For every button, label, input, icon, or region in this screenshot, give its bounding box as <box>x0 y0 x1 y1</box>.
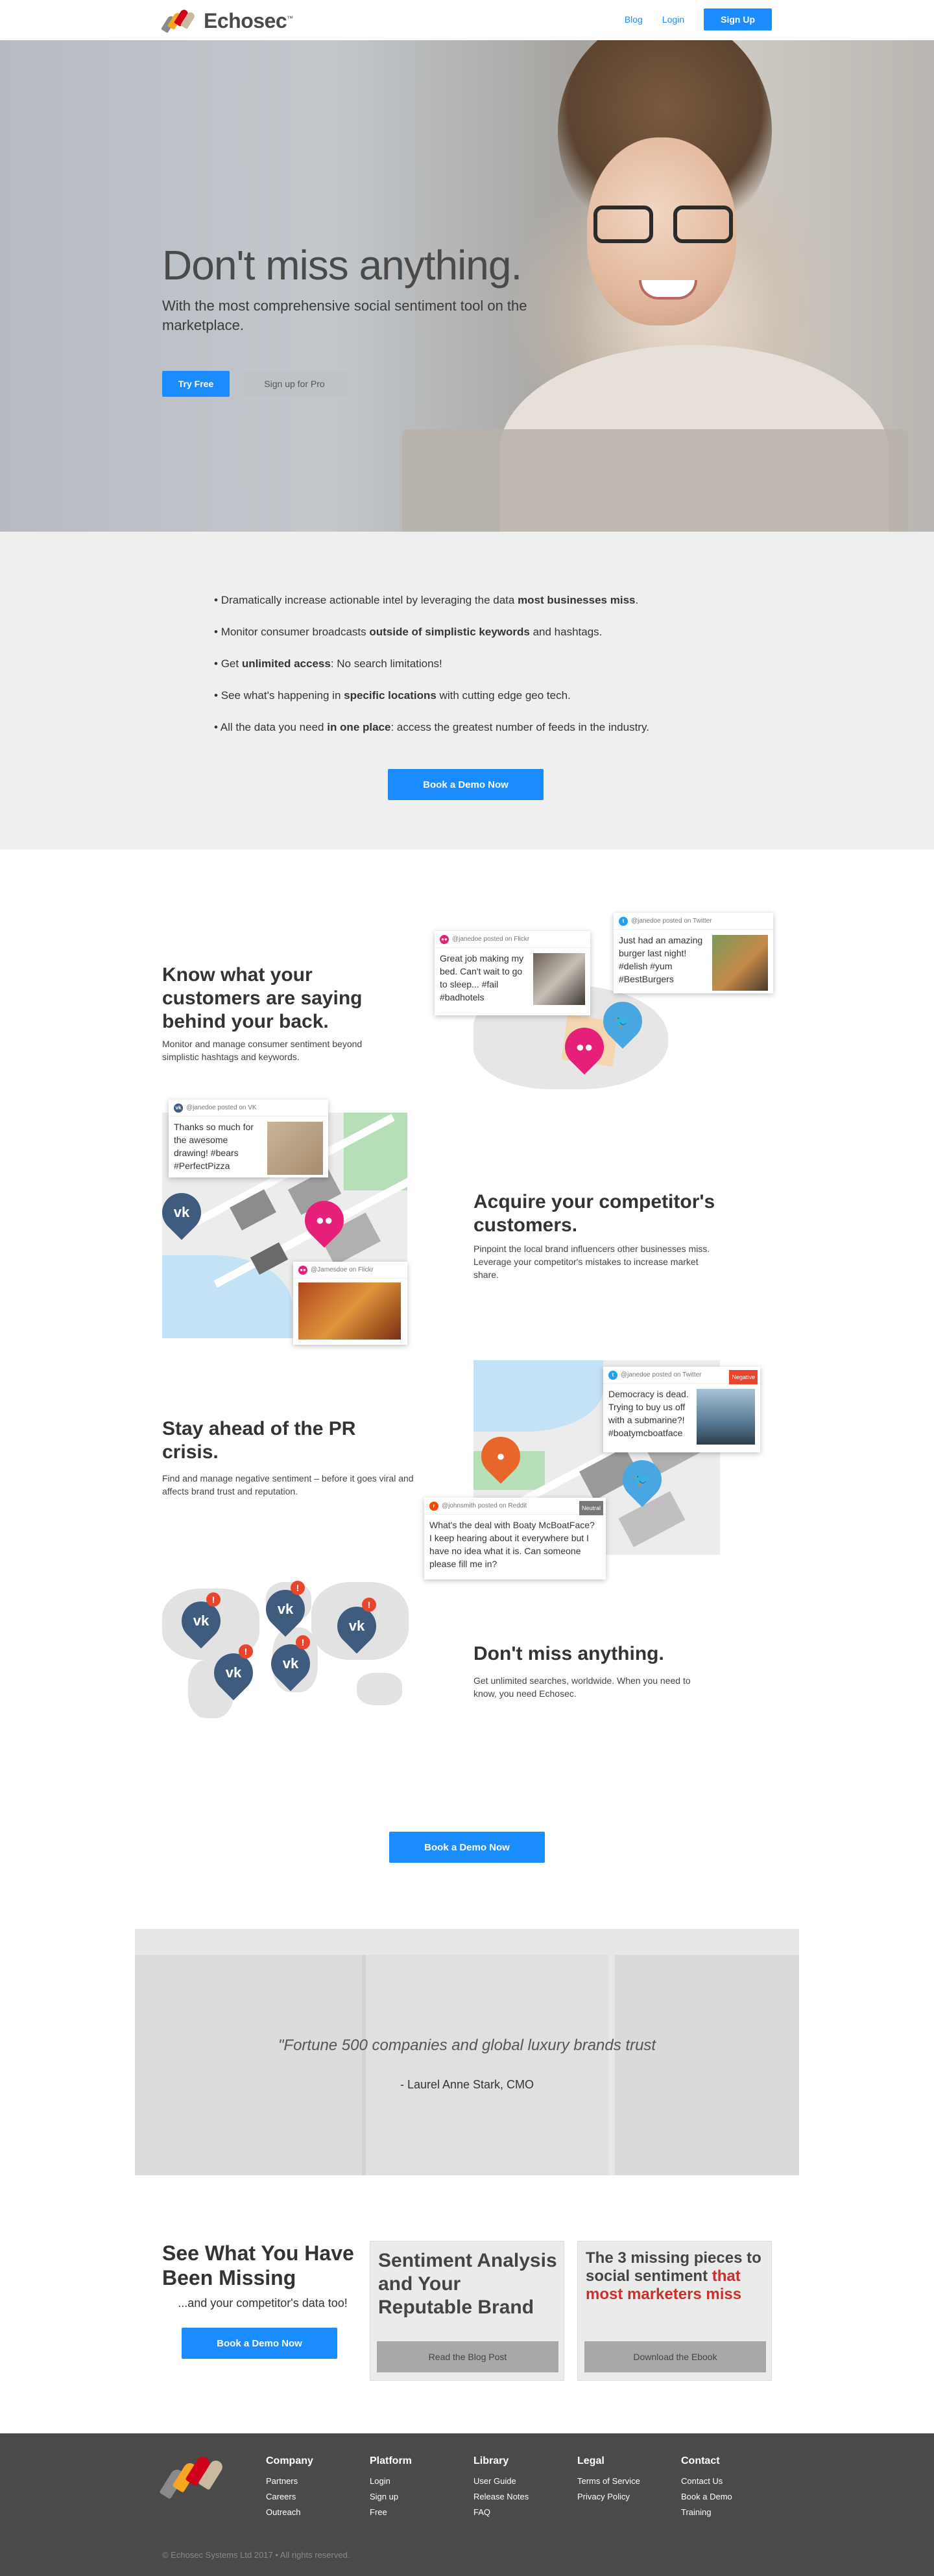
footer-column-company: Company Partners Careers Outreach <box>266 2455 313 2520</box>
echosec-logo[interactable]: Echosec™ <box>161 8 293 34</box>
negative-badge: Negative <box>729 1370 758 1384</box>
try-free-button[interactable]: Try Free <box>162 371 230 397</box>
site-header: Echosec™ Blog Login Sign Up <box>0 0 934 40</box>
testimonial-background-photo <box>135 1955 362 2175</box>
book-demo-button[interactable]: Book a Demo Now <box>389 1832 545 1863</box>
see-missing-subtitle: ...and your competitor's data too! <box>178 2297 348 2310</box>
twitter-negative-card[interactable]: t @janedoe posted on Twitter Negative Dem… <box>603 1367 760 1452</box>
copyright-text: © Echosec Systems Ltd 2017 • All rights … <box>162 2550 350 2560</box>
footer-link-book-demo[interactable]: Book a Demo <box>681 2489 732 2505</box>
footer-link-free[interactable]: Free <box>370 2505 412 2520</box>
feature-competitor-text: Pinpoint the local brand influencers oth… <box>473 1244 710 1280</box>
signup-pro-button[interactable]: Sign up for Pro <box>243 371 346 397</box>
bedroom-photo <box>533 953 585 1005</box>
feature-anything-title: Don't miss anything. <box>473 1643 664 1664</box>
nav-blog-link[interactable]: Blog <box>625 14 643 25</box>
alert-icon: ! <box>206 1592 221 1607</box>
footer-link-signup[interactable]: Sign up <box>370 2489 412 2505</box>
benefit-item: • All the data you need in one place: ac… <box>214 721 649 733</box>
benefit-item: • Monitor consumer broadcasts outside of… <box>214 626 603 638</box>
see-missing-title: See What You Have Been Missing <box>162 2241 354 2289</box>
read-blog-button[interactable]: Read the Blog Post <box>377 2341 558 2372</box>
site-footer: Company Partners Careers Outreach Platfo… <box>0 2433 934 2576</box>
twitter-icon: t <box>608 1370 617 1380</box>
reddit-icon: r <box>429 1501 438 1511</box>
feature-customers-text: Monitor and manage consumer sentiment be… <box>162 1039 363 1062</box>
blog-post-box: Sentiment Analysis and Your Reputable Br… <box>370 2241 564 2381</box>
benefit-item: • Get unlimited access: No search limita… <box>214 657 442 670</box>
flickr-icon: ●● <box>440 934 449 944</box>
footer-link-outreach[interactable]: Outreach <box>266 2505 313 2520</box>
ebook-box: The 3 missing pieces to social sentiment… <box>577 2241 772 2381</box>
pizza-photo <box>298 1282 401 1340</box>
footer-link-careers[interactable]: Careers <box>266 2489 313 2505</box>
flickr-post-card[interactable]: ●● @janedoe posted on Flickr Great job ma… <box>435 931 590 1015</box>
benefits-list: • Dramatically increase actionable intel… <box>214 594 649 753</box>
footer-link-login[interactable]: Login <box>370 2474 412 2489</box>
footer-logo-icon[interactable] <box>159 2453 227 2499</box>
signup-button[interactable]: Sign Up <box>704 8 772 30</box>
testimonial-section: "Fortune 500 companies and global luxury… <box>135 1929 799 2175</box>
blog-post-title: Sentiment Analysis and Your Reputable Br… <box>378 2250 557 2318</box>
twitter-icon: t <box>619 916 628 926</box>
top-nav: Blog Login Sign Up <box>625 8 772 30</box>
footer-column-contact: Contact Contact Us Book a Demo Training <box>681 2455 732 2520</box>
brand-name: Echosec™ <box>204 8 293 32</box>
book-demo-button[interactable]: Book a Demo Now <box>388 769 544 800</box>
vk-icon: vk <box>174 1103 183 1113</box>
alert-icon: ! <box>291 1581 305 1595</box>
feature-anything-text: Get unlimited searches, worldwide. When … <box>473 1675 691 1699</box>
hero-subtitle: With the most comprehensive social senti… <box>162 298 527 333</box>
book-demo-button[interactable]: Book a Demo Now <box>182 2328 337 2359</box>
flickr-post-card[interactable]: ●● @Jamesdoe on Flickr <box>293 1262 407 1345</box>
alert-icon: ! <box>239 1644 253 1659</box>
footer-link-user-guide[interactable]: User Guide <box>473 2474 529 2489</box>
drawing-photo <box>267 1122 323 1175</box>
testimonial-quote: "Fortune 500 companies and global luxury… <box>278 2037 656 2054</box>
footer-link-terms[interactable]: Terms of Service <box>577 2474 640 2489</box>
vk-post-card[interactable]: vk @janedoe posted on VK Thanks so much f… <box>169 1100 328 1177</box>
alert-icon: ! <box>362 1598 376 1612</box>
footer-column-platform: Platform Login Sign up Free <box>370 2455 412 2520</box>
footer-link-training[interactable]: Training <box>681 2505 732 2520</box>
feature-competitor-title: Acquire your competitor's customers. <box>473 1191 715 1236</box>
neutral-badge: Neutral <box>579 1501 603 1515</box>
benefit-item: • See what's happening in specific locat… <box>214 689 571 702</box>
feature-pr-text: Find and manage negative sentiment – bef… <box>162 1473 414 1496</box>
world-map-illustration: vk ! vk ! vk ! vk ! vk ! <box>162 1576 409 1731</box>
benefit-item: • Dramatically increase actionable intel… <box>214 594 639 606</box>
nav-login-link[interactable]: Login <box>662 14 684 25</box>
submarine-photo <box>697 1389 755 1445</box>
hero-section: Don't miss anything. With the most compr… <box>0 40 934 532</box>
footer-link-privacy[interactable]: Privacy Policy <box>577 2489 640 2505</box>
benefits-section: • Dramatically increase actionable intel… <box>0 532 934 849</box>
footer-link-release-notes[interactable]: Release Notes <box>473 2489 529 2505</box>
burger-photo <box>712 935 768 991</box>
feature-customers-title: Know what your customers are saying behi… <box>162 964 363 1032</box>
footer-link-faq[interactable]: FAQ <box>473 2505 529 2520</box>
footer-column-legal: Legal Terms of Service Privacy Policy <box>577 2455 640 2505</box>
footer-column-library: Library User Guide Release Notes FAQ <box>473 2455 529 2520</box>
feature-pr-title: Stay ahead of the PR crisis. <box>162 1418 356 1463</box>
flickr-icon: ●● <box>298 1265 307 1275</box>
echosec-logo-icon <box>161 8 198 34</box>
footer-link-contact-us[interactable]: Contact Us <box>681 2474 732 2489</box>
hero-title: Don't miss anything. <box>162 242 522 289</box>
ebook-title: The 3 missing pieces to social sentiment… <box>586 2249 761 2303</box>
twitter-post-card[interactable]: t @janedoe posted on Twitter Just had an … <box>614 913 773 993</box>
footer-link-partners[interactable]: Partners <box>266 2474 313 2489</box>
alert-icon: ! <box>296 1635 310 1649</box>
testimonial-author: - Laurel Anne Stark, CMO <box>400 2078 534 2091</box>
download-ebook-button[interactable]: Download the Ebook <box>584 2341 766 2372</box>
reddit-neutral-card[interactable]: r @johnsmith posted on Reddit Neutral Wha… <box>424 1498 606 1579</box>
